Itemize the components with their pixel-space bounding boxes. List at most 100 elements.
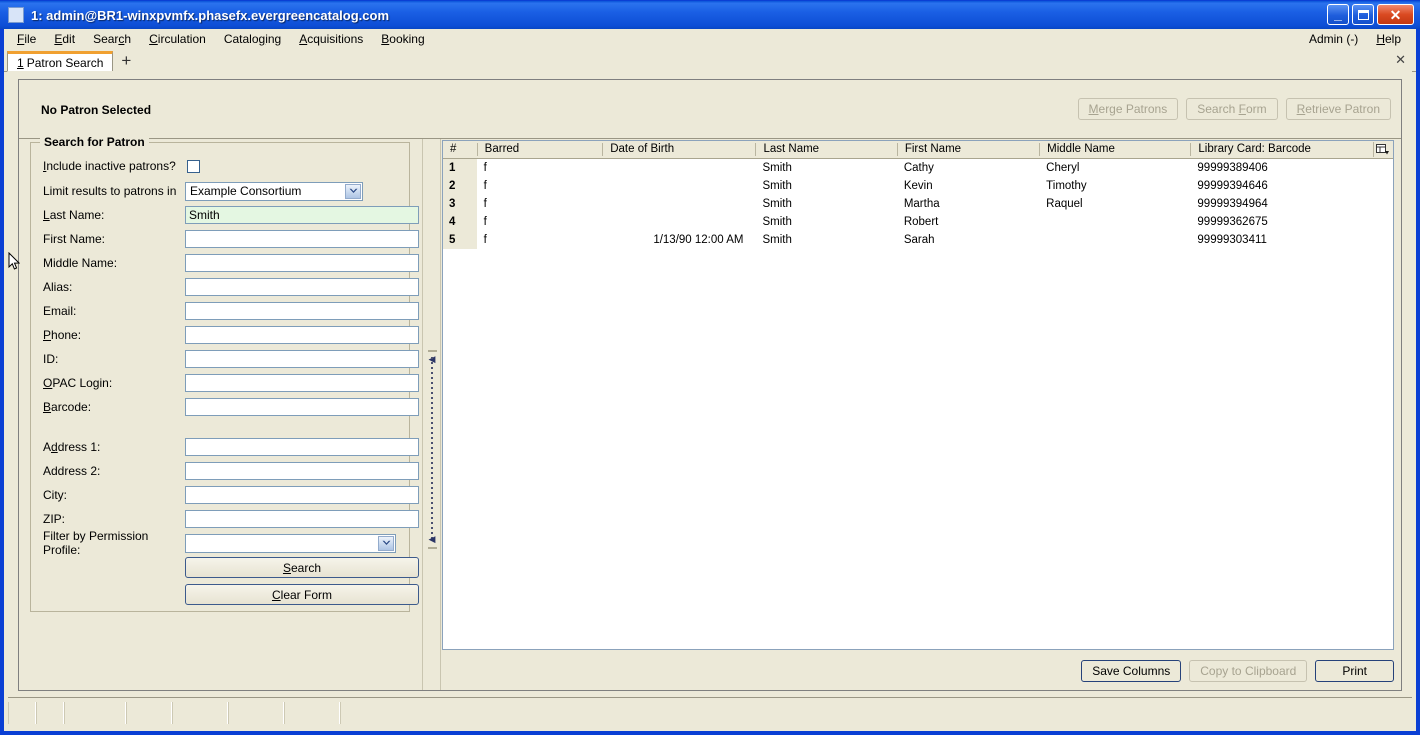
first-name-input[interactable] (185, 230, 419, 248)
menu-acquisitions[interactable]: Acquisitions (290, 30, 372, 48)
cell-last_name: Smith (762, 216, 792, 228)
window-controls: _ ✕ (1327, 4, 1414, 25)
zip-input[interactable] (185, 510, 419, 528)
grid-header-row: # Barred Date of Birth Last Name First Name M… (443, 141, 1393, 159)
column-header-dob[interactable]: Date of Birth (602, 143, 755, 156)
column-header-first_name[interactable]: First Name (896, 143, 1039, 156)
table-row[interactable]: 2 f Smith Kevin Timothy 99999394646 (443, 177, 1393, 195)
opac-login-input[interactable] (185, 374, 419, 392)
search-fieldset-legend: Search for Patron (40, 135, 149, 149)
cell-barred: f (483, 180, 487, 192)
cell-barred: f (483, 216, 487, 228)
column-header-barred[interactable]: Barred (476, 143, 603, 156)
id-label: ID: (43, 352, 59, 366)
menu-circulation[interactable]: Circulation (140, 30, 215, 48)
phone-label: Phone: (43, 328, 82, 342)
field-email: Email: (43, 300, 419, 322)
tab-strip: 1 Patron Search + ✕ (4, 49, 1416, 72)
cell-last_name: Smith (762, 180, 792, 192)
cell-dob (602, 213, 755, 231)
first-name-label: First Name: (43, 232, 106, 246)
menu-edit[interactable]: Edit (45, 30, 84, 48)
id-input[interactable] (185, 350, 419, 368)
field-phone: Phone: (43, 324, 419, 346)
panel-splitter[interactable]: ◀ ◀ (422, 139, 441, 690)
include-inactive-checkbox[interactable] (187, 159, 200, 173)
last-name-input[interactable] (185, 206, 419, 224)
city-input[interactable] (185, 486, 419, 504)
cell-last_name: Smith (762, 162, 792, 174)
cell-barcode: 99999394646 (1197, 180, 1268, 192)
cell-barcode: 99999362675 (1197, 216, 1268, 228)
email-label: Email: (43, 304, 77, 318)
chevron-down-icon (378, 535, 394, 551)
save-columns-button[interactable]: Save Columns (1081, 660, 1182, 682)
menu-booking[interactable]: Booking (372, 30, 433, 48)
address-1-label: Address 1: (43, 440, 101, 454)
column-header-idx[interactable]: # (443, 143, 477, 156)
patron-results-grid: # Barred Date of Birth Last Name First Name M… (442, 140, 1394, 650)
print-button[interactable]: Print (1315, 660, 1394, 682)
cell-dob (602, 177, 755, 195)
menu-admin[interactable]: Admin (-) (1300, 30, 1367, 48)
barcode-label: Barcode: (43, 400, 92, 414)
column-header-middle_name[interactable]: Middle Name (1039, 143, 1190, 156)
limit-results-select[interactable]: Example Consortium (185, 181, 363, 201)
menu-cataloging[interactable]: Cataloging (215, 30, 290, 48)
cell-first_name: Martha (903, 198, 940, 210)
field-address-1: Address 1: (43, 436, 419, 458)
cell-dob (602, 159, 755, 177)
cell-barcode: 99999303411 (1197, 234, 1267, 246)
close-tab-button[interactable]: ✕ (1395, 52, 1406, 68)
email-input[interactable] (185, 302, 419, 320)
menu-bar-right: Admin (-) Help (1300, 29, 1410, 49)
close-button[interactable]: ✕ (1377, 4, 1414, 25)
cell-first_name: Cathy (903, 162, 934, 174)
merge-patrons-button[interactable]: Merge Patrons (1077, 98, 1179, 120)
permission-profile-select[interactable] (185, 533, 396, 553)
splitter-collapse-left-icon-2[interactable]: ◀ (427, 535, 437, 544)
address-1-input[interactable] (185, 438, 419, 456)
column-header-barcode[interactable]: Library Card: Barcode (1190, 143, 1393, 156)
menu-file[interactable]: File (8, 30, 45, 48)
alias-input[interactable] (185, 278, 419, 296)
search-panel: Search for Patron Include inactive patro… (19, 135, 422, 690)
column-header-last_name[interactable]: Last Name (755, 143, 896, 156)
cell-barred: f (483, 234, 487, 246)
patron-summary-header: No Patron Selected Merge Patrons Search … (19, 80, 1401, 139)
search-for-patron-fieldset: Search for Patron Include inactive patro… (30, 135, 419, 612)
maximize-button[interactable] (1352, 4, 1374, 25)
chevron-down-icon (345, 183, 361, 199)
phone-input[interactable] (185, 326, 419, 344)
new-tab-button[interactable]: + (113, 52, 137, 71)
field-limit-results: Limit results to patrons in Example Cons… (43, 180, 363, 202)
menu-search[interactable]: Search (84, 30, 140, 48)
copy-to-clipboard-button[interactable]: Copy to Clipboard (1189, 660, 1308, 682)
cell-barcode: 99999394964 (1197, 198, 1268, 210)
address-2-input[interactable] (185, 462, 419, 480)
last-name-label: Last Name: (43, 208, 105, 222)
status-segment-main (340, 702, 1412, 724)
content-area: No Patron Selected Merge Patrons Search … (8, 71, 1412, 697)
clear-form-button[interactable]: Clear Form (185, 584, 419, 605)
table-row[interactable]: 5 f 1/13/90 12:00 AM Smith Sarah 99999303411 (443, 231, 1393, 249)
include-inactive-label: Include inactive patrons? (43, 159, 176, 173)
app-icon (8, 7, 24, 23)
middle-name-input[interactable] (185, 254, 419, 272)
menu-help[interactable]: Help (1367, 30, 1410, 48)
barcode-input[interactable] (185, 398, 419, 416)
table-row[interactable]: 1 f Smith Cathy Cheryl 99999389406 (443, 159, 1393, 177)
cell-barcode: 99999389406 (1197, 162, 1268, 174)
retrieve-patron-button[interactable]: Retrieve Patron (1285, 98, 1391, 120)
table-row[interactable]: 3 f Smith Martha Raquel 99999394964 (443, 195, 1393, 213)
column-picker-icon[interactable] (1373, 142, 1391, 157)
zip-label: ZIP: (43, 512, 66, 526)
search-form-button[interactable]: Search Form (1186, 98, 1278, 120)
table-row[interactable]: 4 f Smith Robert 99999362675 (443, 213, 1393, 231)
search-button[interactable]: Search (185, 557, 419, 578)
cell-first_name: Robert (903, 216, 939, 228)
field-address-2: Address 2: (43, 460, 419, 482)
cell-barred: f (483, 198, 487, 210)
tab-patron-search[interactable]: 1 Patron Search (7, 51, 114, 72)
minimize-button[interactable]: _ (1327, 4, 1349, 25)
